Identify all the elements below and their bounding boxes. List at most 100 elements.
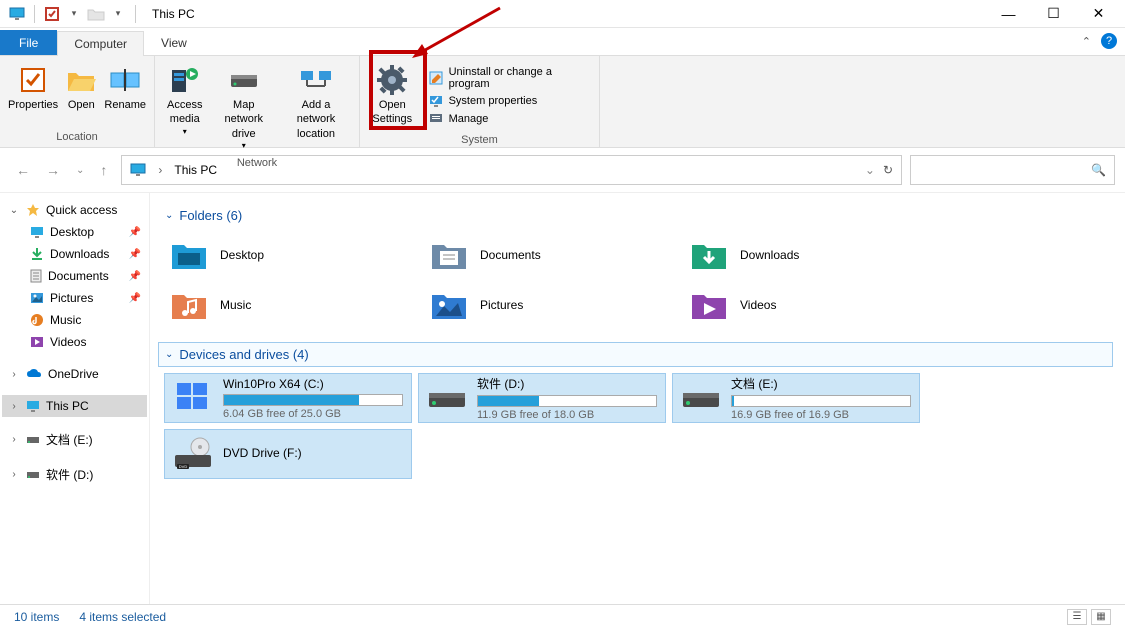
drive-item[interactable]: DVDDVD Drive (F:) bbox=[164, 429, 412, 479]
sidebar-label: Downloads bbox=[50, 247, 109, 261]
drive-free-label: 16.9 GB free of 16.9 GB bbox=[731, 409, 911, 421]
folder-icon bbox=[170, 286, 208, 324]
folder-qat-icon[interactable] bbox=[87, 5, 105, 23]
folder-label: Desktop bbox=[220, 248, 264, 262]
expand-icon[interactable]: ⌄ bbox=[8, 205, 20, 216]
music-icon bbox=[30, 313, 44, 327]
ribbon-group-location: Properties Open Rename Location bbox=[0, 56, 155, 147]
help-icon[interactable]: ? bbox=[1101, 33, 1117, 49]
map-drive-label: Map network drive bbox=[213, 98, 275, 141]
status-selection-count: 4 items selected bbox=[79, 610, 166, 624]
sidebar-label: This PC bbox=[46, 399, 89, 413]
sidebar-item-downloads[interactable]: Downloads 📌 bbox=[2, 243, 147, 265]
folder-item[interactable]: Pictures bbox=[430, 286, 650, 324]
section-folders-header[interactable]: ⌄ Folders (6) bbox=[158, 203, 1113, 228]
expand-icon[interactable]: › bbox=[8, 369, 20, 380]
drive-capacity-bar bbox=[223, 394, 403, 406]
sidebar-item-drive-e[interactable]: › 文档 (E:) bbox=[2, 427, 147, 452]
folder-icon bbox=[690, 236, 728, 274]
drive-item[interactable]: 软件 (D:)11.9 GB free of 18.0 GB bbox=[418, 373, 666, 423]
sidebar-item-videos[interactable]: Videos bbox=[2, 331, 147, 353]
section-drives-header[interactable]: ⌄ Devices and drives (4) bbox=[158, 342, 1113, 367]
folder-item[interactable]: Videos bbox=[690, 286, 910, 324]
section-label: Folders (6) bbox=[179, 208, 242, 223]
sidebar-item-onedrive[interactable]: › OneDrive bbox=[2, 363, 147, 385]
dropdown-qat-icon-2[interactable]: ▾ bbox=[109, 5, 127, 23]
expand-icon[interactable]: › bbox=[8, 401, 20, 412]
chevron-down-icon: ▾ bbox=[242, 141, 246, 151]
folder-item[interactable]: Downloads bbox=[690, 236, 910, 274]
open-settings-label: Open Settings bbox=[368, 98, 417, 127]
folder-item[interactable]: Desktop bbox=[170, 236, 390, 274]
maximize-button[interactable]: ☐ bbox=[1031, 0, 1076, 28]
folder-item[interactable]: Music bbox=[170, 286, 390, 324]
pin-icon: 📌 bbox=[129, 271, 141, 282]
dropdown-qat-icon[interactable]: ▾ bbox=[65, 5, 83, 23]
sidebar-item-music[interactable]: Music bbox=[2, 309, 147, 331]
refresh-button[interactable]: ↻ bbox=[883, 163, 893, 177]
media-server-icon bbox=[169, 64, 201, 96]
drive-item[interactable]: Win10Pro X64 (C:)6.04 GB free of 25.0 GB bbox=[164, 373, 412, 423]
properties-qat-icon[interactable] bbox=[43, 5, 61, 23]
sidebar-item-drive-d[interactable]: › 软件 (D:) bbox=[2, 462, 147, 487]
content-pane: ⌄ Folders (6) Desktop Documents Downloads M… bbox=[150, 193, 1125, 604]
tab-view[interactable]: View bbox=[144, 30, 204, 55]
search-input[interactable] bbox=[919, 163, 1091, 177]
rename-button[interactable]: Rename bbox=[102, 62, 148, 114]
add-network-location-button[interactable]: Add a network location bbox=[279, 62, 353, 143]
rename-icon bbox=[109, 64, 141, 96]
folder-item[interactable]: Documents bbox=[430, 236, 650, 274]
drive-icon bbox=[26, 435, 40, 445]
properties-icon bbox=[17, 64, 49, 96]
open-settings-button[interactable]: Open Settings bbox=[366, 62, 419, 129]
open-button[interactable]: Open bbox=[62, 62, 100, 114]
status-bar: 10 items 4 items selected ☰ ▦ bbox=[0, 604, 1125, 628]
drive-capacity-bar bbox=[731, 395, 911, 407]
details-view-button[interactable]: ☰ bbox=[1067, 609, 1087, 625]
system-properties-button[interactable]: System properties bbox=[429, 94, 585, 108]
uninstall-program-button[interactable]: Uninstall or change a program bbox=[429, 66, 585, 90]
ribbon-tabs: File Computer View ⌃ ? bbox=[0, 28, 1125, 56]
folder-icon bbox=[170, 236, 208, 274]
this-pc-icon bbox=[130, 163, 146, 177]
search-box[interactable]: 🔍 bbox=[910, 155, 1115, 185]
folder-label: Downloads bbox=[740, 248, 799, 262]
ribbon-help-area: ⌃ ? bbox=[1082, 33, 1117, 49]
back-button[interactable]: ← bbox=[16, 162, 30, 178]
access-media-button[interactable]: Access media ▾ bbox=[161, 62, 209, 139]
folder-label: Documents bbox=[480, 248, 541, 262]
manage-button[interactable]: Manage bbox=[429, 112, 585, 126]
open-label: Open bbox=[68, 98, 95, 112]
forward-button[interactable]: → bbox=[46, 162, 60, 178]
add-location-label: Add a network location bbox=[281, 98, 351, 141]
sidebar-label: Quick access bbox=[46, 203, 117, 217]
properties-button[interactable]: Properties bbox=[6, 62, 60, 114]
up-button[interactable]: ↑ bbox=[100, 162, 107, 178]
window-title: This PC bbox=[152, 7, 195, 21]
address-dropdown-icon[interactable]: ⌄ bbox=[865, 163, 875, 177]
sidebar-item-desktop[interactable]: Desktop 📌 bbox=[2, 221, 147, 243]
tab-computer[interactable]: Computer bbox=[57, 31, 144, 56]
pin-icon: 📌 bbox=[129, 227, 141, 238]
ribbon-group-label: System bbox=[360, 132, 599, 148]
history-dropdown[interactable]: ⌄ bbox=[76, 165, 84, 176]
sidebar-item-documents[interactable]: Documents 📌 bbox=[2, 265, 147, 287]
rename-label: Rename bbox=[104, 98, 146, 112]
sidebar-item-this-pc[interactable]: › This PC bbox=[2, 395, 147, 417]
sidebar-label: Documents bbox=[48, 269, 109, 283]
drive-item[interactable]: 文档 (E:)16.9 GB free of 16.9 GB bbox=[672, 373, 920, 423]
expand-icon[interactable]: › bbox=[8, 469, 20, 480]
collapse-ribbon-icon[interactable]: ⌃ bbox=[1082, 35, 1091, 48]
close-button[interactable]: ✕ bbox=[1076, 0, 1121, 28]
minimize-button[interactable]: — bbox=[986, 0, 1031, 28]
expand-icon[interactable]: › bbox=[8, 434, 20, 445]
map-network-drive-button[interactable]: Map network drive ▾ bbox=[211, 62, 277, 153]
drive-name: DVD Drive (F:) bbox=[223, 446, 403, 460]
sidebar-item-pictures[interactable]: Pictures 📌 bbox=[2, 287, 147, 309]
search-icon[interactable]: 🔍 bbox=[1091, 163, 1106, 177]
star-icon bbox=[26, 203, 40, 217]
sidebar-item-quick-access[interactable]: ⌄ Quick access bbox=[2, 199, 147, 221]
drive-icon bbox=[173, 381, 213, 415]
tab-file[interactable]: File bbox=[0, 30, 57, 55]
tiles-view-button[interactable]: ▦ bbox=[1091, 609, 1111, 625]
